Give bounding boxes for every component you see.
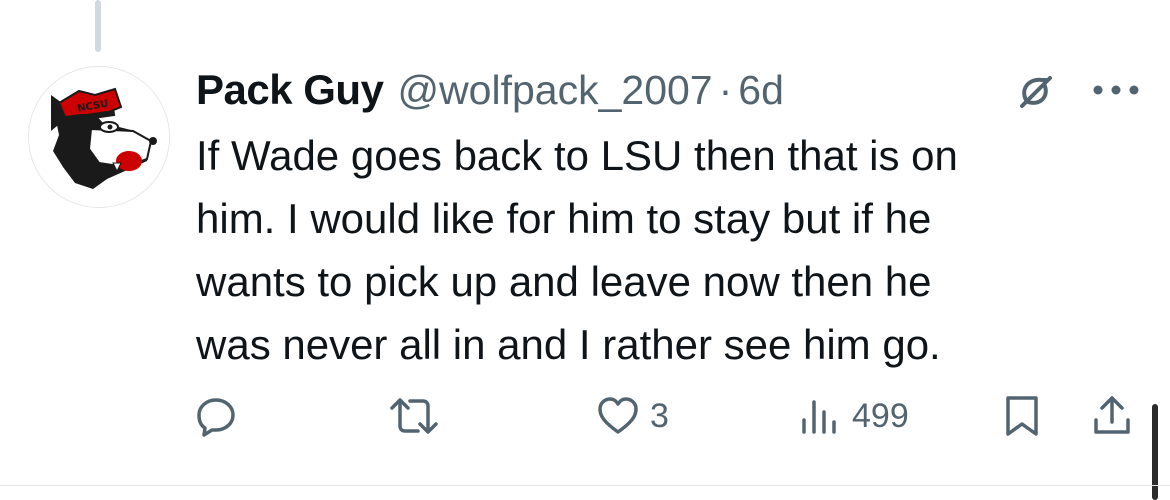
grok-icon[interactable] bbox=[1012, 68, 1058, 114]
tweet-text: If Wade goes back to LSU then that is on… bbox=[196, 132, 958, 368]
separator-dot: · bbox=[718, 66, 733, 113]
thread-connector-line bbox=[95, 0, 101, 52]
heart-icon bbox=[598, 397, 638, 434]
views-count: 499 bbox=[852, 396, 909, 435]
bookmark-button[interactable] bbox=[1000, 394, 1044, 438]
retweet-icon bbox=[390, 398, 438, 434]
retweet-button[interactable] bbox=[388, 394, 440, 438]
reply-icon bbox=[197, 398, 235, 437]
display-name[interactable]: Pack Guy bbox=[196, 66, 384, 114]
action-bar: 3 499 bbox=[0, 390, 1170, 450]
ncsu-wolf-logo-icon: NCSU bbox=[29, 67, 169, 207]
bookmark-icon bbox=[1006, 396, 1038, 436]
avatar[interactable]: NCSU bbox=[28, 66, 170, 208]
reply-button[interactable] bbox=[194, 394, 238, 438]
divider bbox=[0, 485, 1170, 486]
like-button[interactable]: 3 bbox=[596, 394, 669, 438]
share-button[interactable] bbox=[1090, 394, 1134, 438]
timestamp[interactable]: 6d bbox=[738, 67, 784, 114]
views-button[interactable]: 499 bbox=[798, 394, 909, 438]
user-handle[interactable]: @wolfpack_2007 bbox=[397, 67, 712, 114]
views-chart-icon bbox=[802, 400, 836, 434]
tweet-header: Pack Guy @wolfpack_2007 · 6d bbox=[196, 62, 784, 118]
like-count: 3 bbox=[650, 396, 669, 435]
more-options-icon[interactable] bbox=[1090, 72, 1142, 108]
tweet-page: NCSU Pack Guy @wolfpack_2007 · 6d If Wad… bbox=[0, 0, 1170, 500]
share-icon bbox=[1094, 396, 1130, 434]
